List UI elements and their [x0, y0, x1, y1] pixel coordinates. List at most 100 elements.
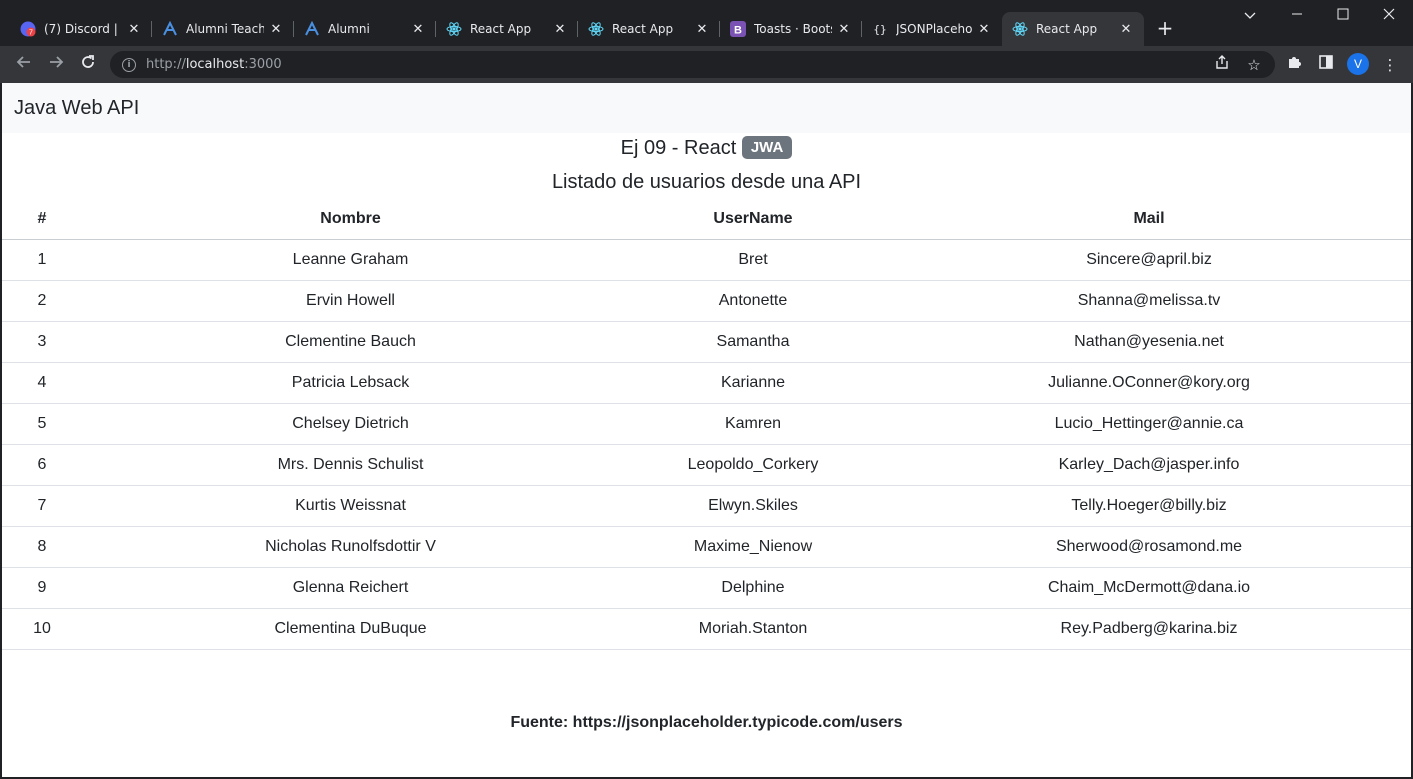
table-row: 6 Mrs. Dennis Schulist Leopoldo_Corkery …	[2, 444, 1411, 486]
table-row: 4 Patricia Lebsack Karianne Julianne.OCo…	[2, 362, 1411, 404]
cell-mail: Julianne.OConner@kory.org	[887, 362, 1411, 404]
cell-id: 1	[2, 239, 82, 281]
svg-text:{}: {}	[873, 23, 886, 36]
side-panel-icon[interactable]	[1314, 53, 1338, 77]
react-icon	[1012, 21, 1028, 37]
close-tab-icon[interactable]: ✕	[1118, 22, 1134, 37]
close-tab-icon[interactable]: ✕	[836, 22, 852, 37]
cell-username: Delphine	[619, 567, 887, 609]
cell-name: Mrs. Dennis Schulist	[82, 444, 619, 486]
cell-name: Chelsey Dietrich	[82, 403, 619, 445]
tab-alumni-teacher[interactable]: Alumni Teacher ✕	[152, 12, 294, 46]
table-row: 7 Kurtis Weissnat Elwyn.Skiles Telly.Hoe…	[2, 485, 1411, 527]
cell-id: 5	[2, 403, 82, 445]
discord-icon: 7	[20, 21, 36, 37]
column-header-username: UserName	[619, 200, 887, 240]
users-table: # Nombre UserName Mail 1 Leanne Graham B…	[2, 200, 1411, 650]
cell-id: 10	[2, 608, 82, 650]
cell-username: Karianne	[619, 362, 887, 404]
tab-bootstrap-toasts[interactable]: B Toasts · Bootstr ✕	[720, 12, 862, 46]
tab-title: Alumni Teacher	[186, 22, 264, 36]
table-header-row: # Nombre UserName Mail	[2, 200, 1411, 240]
close-window-icon[interactable]	[1375, 8, 1403, 24]
cell-id: 7	[2, 485, 82, 527]
close-tab-icon[interactable]: ✕	[694, 22, 710, 37]
page-title-text: Ej 09 - React	[620, 137, 737, 159]
cell-mail: Karley_Dach@jasper.info	[887, 444, 1411, 486]
jsonplaceholder-icon: {}	[872, 21, 888, 37]
tab-react-app-active[interactable]: React App ✕	[1002, 12, 1144, 46]
forward-arrow-icon[interactable]	[44, 53, 68, 77]
cell-name: Kurtis Weissnat	[82, 485, 619, 527]
browser-toolbar: i http://localhost:3000 ☆ ⋮	[0, 46, 1413, 83]
tab-react-app-1[interactable]: React App ✕	[436, 12, 578, 46]
react-icon	[446, 21, 462, 37]
back-arrow-icon[interactable]	[12, 53, 36, 77]
cell-mail: Chaim_McDermott@dana.io	[887, 567, 1411, 609]
react-icon	[588, 21, 604, 37]
close-tab-icon[interactable]: ✕	[552, 22, 568, 37]
table-row: 1 Leanne Graham Bret Sincere@april.biz	[2, 239, 1411, 281]
share-icon[interactable]	[1210, 53, 1234, 77]
reload-icon[interactable]	[76, 53, 100, 77]
cell-username: Antonette	[619, 280, 887, 322]
column-header-nombre: Nombre	[82, 200, 619, 240]
minimize-icon[interactable]	[1283, 8, 1311, 24]
address-bar[interactable]: i http://localhost:3000	[110, 51, 1275, 78]
page-viewport: Java Web API Ej 09 - React JWA Listado d…	[2, 83, 1411, 777]
browser-tab-strip: 7 (7) Discord | # ✕ Alumni Teacher ✕ Alu…	[0, 0, 1413, 46]
cell-username: Samantha	[619, 321, 887, 363]
site-info-icon[interactable]: i	[122, 57, 136, 72]
bookmark-star-icon[interactable]: ☆	[1242, 53, 1266, 77]
new-tab-icon[interactable]: +	[1154, 17, 1176, 39]
source-footer: Fuente: https://jsonplaceholder.typicode…	[510, 714, 903, 731]
close-tab-icon[interactable]: ✕	[976, 22, 992, 37]
cell-username: Moriah.Stanton	[619, 608, 887, 650]
cell-mail: Telly.Hoeger@billy.biz	[887, 485, 1411, 527]
cell-username: Kamren	[619, 403, 887, 445]
navbar-brand[interactable]: Java Web API	[14, 97, 139, 120]
column-header-number: #	[2, 200, 82, 240]
table-row: 10 Clementina DuBuque Moriah.Stanton Rey…	[2, 608, 1411, 650]
cell-id: 3	[2, 321, 82, 363]
tab-title: Toasts · Bootstr	[754, 22, 832, 36]
cell-username: Bret	[619, 239, 887, 281]
cell-mail: Shanna@melissa.tv	[887, 280, 1411, 322]
tab-title: React App	[612, 22, 674, 36]
tab-title: Alumni	[328, 22, 370, 36]
close-tab-icon[interactable]: ✕	[126, 22, 142, 37]
extensions-puzzle-icon[interactable]	[1282, 53, 1306, 77]
jwa-badge: JWA	[741, 136, 793, 159]
alumni-icon	[304, 21, 320, 37]
tab-discord[interactable]: 7 (7) Discord | # ✕	[10, 12, 152, 46]
cell-name: Glenna Reichert	[82, 567, 619, 609]
cell-id: 9	[2, 567, 82, 609]
cell-name: Nicholas Runolfsdottir V	[82, 526, 619, 568]
page-subtitle: Listado de usuarios desde una API	[551, 171, 862, 193]
table-row: 9 Glenna Reichert Delphine Chaim_McDermo…	[2, 567, 1411, 609]
alumni-icon	[162, 21, 178, 37]
cell-id: 4	[2, 362, 82, 404]
cell-mail: Lucio_Hettinger@annie.ca	[887, 403, 1411, 445]
profile-avatar[interactable]: V	[1347, 53, 1369, 75]
tab-react-app-2[interactable]: React App ✕	[578, 12, 720, 46]
close-tab-icon[interactable]: ✕	[410, 22, 426, 37]
tab-search-chevron-icon[interactable]	[1236, 8, 1264, 24]
close-tab-icon[interactable]: ✕	[268, 22, 284, 37]
cell-id: 8	[2, 526, 82, 568]
cell-name: Leanne Graham	[82, 239, 619, 281]
cell-mail: Rey.Padberg@karina.biz	[887, 608, 1411, 650]
maximize-icon[interactable]	[1329, 8, 1357, 24]
tab-title: React App	[1036, 22, 1098, 36]
tab-alumni[interactable]: Alumni ✕	[294, 12, 436, 46]
tab-title: React App	[470, 22, 532, 36]
tab-title: (7) Discord | #	[44, 22, 122, 36]
cell-name: Clementina DuBuque	[82, 608, 619, 650]
cell-id: 2	[2, 280, 82, 322]
cell-username: Maxime_Nienow	[619, 526, 887, 568]
discord-badge: 7	[29, 30, 33, 37]
cell-name: Clementine Bauch	[82, 321, 619, 363]
tab-jsonplaceholder[interactable]: {} JSONPlacehold ✕	[862, 12, 1002, 46]
cell-mail: Sherwood@rosamond.me	[887, 526, 1411, 568]
browser-menu-icon[interactable]: ⋮	[1378, 53, 1402, 77]
